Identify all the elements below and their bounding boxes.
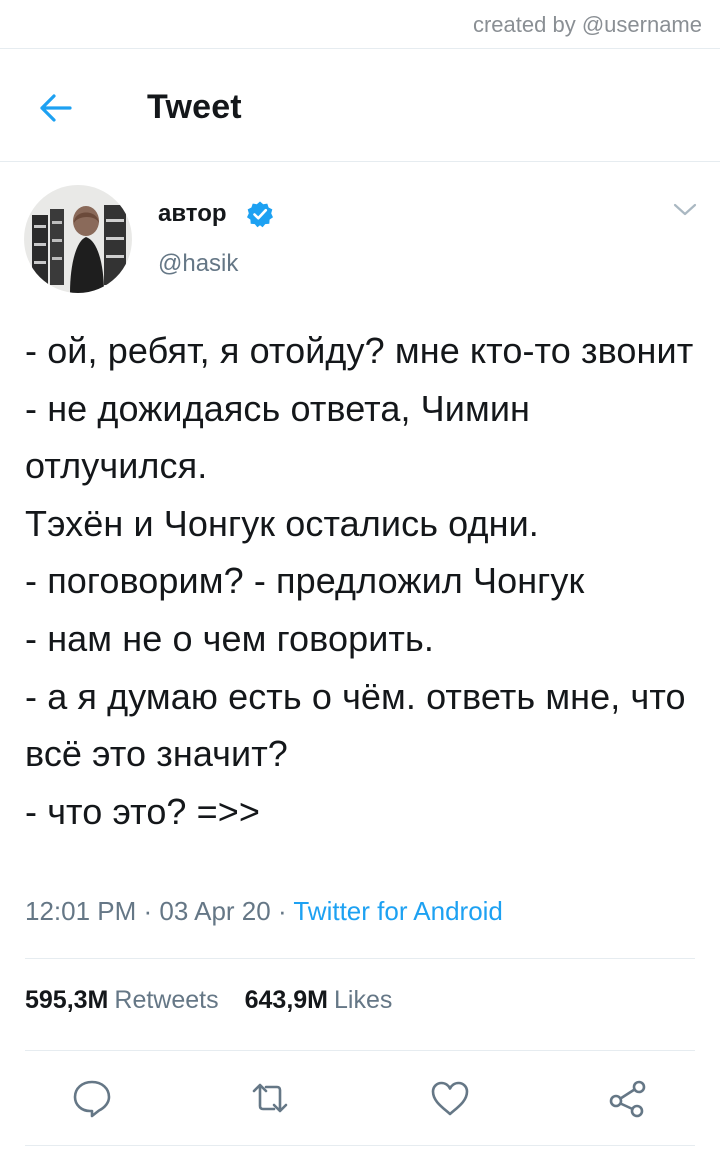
more-options-button[interactable]: [671, 200, 699, 220]
retweets-count: 595,3M: [25, 986, 109, 1014]
meta-separator: ·: [136, 896, 160, 926]
retweets-label: Retweets: [114, 986, 219, 1014]
retweets-stat[interactable]: 595,3M Retweets: [25, 986, 219, 1014]
tweet-source-link[interactable]: Twitter for Android: [293, 896, 503, 926]
retweet-icon: [252, 1083, 288, 1113]
share-button[interactable]: [606, 1076, 650, 1120]
share-icon: [609, 1080, 646, 1118]
page-title: Tweet: [147, 88, 242, 126]
reply-bubble-icon: [73, 1080, 111, 1118]
heart-icon: [431, 1081, 469, 1116]
likes-count: 643,9M: [244, 986, 328, 1014]
author-handle[interactable]: @hasik: [158, 250, 238, 278]
retweet-button[interactable]: [248, 1076, 292, 1120]
tweet-stats: 595,3M Retweets 643,9M Likes: [25, 986, 392, 1015]
top-divider: [0, 48, 720, 49]
back-button[interactable]: [36, 88, 76, 128]
tweet-meta: 12:01 PM · 03 Apr 20 · Twitter for Andro…: [25, 896, 503, 927]
bottom-divider: [25, 1145, 695, 1146]
author-name[interactable]: автор: [158, 200, 227, 228]
likes-label: Likes: [334, 986, 393, 1014]
chevron-down-icon: [673, 203, 697, 216]
stats-divider: [25, 1050, 695, 1051]
avatar[interactable]: [24, 185, 132, 293]
tweet-time: 12:01 PM: [25, 896, 137, 926]
arrow-left-icon: [40, 94, 72, 122]
tweet-date: 03 Apr 20: [159, 896, 271, 926]
watermark-credit: created by @username: [472, 12, 702, 37]
like-button[interactable]: [428, 1076, 472, 1120]
verified-badge-icon: [246, 200, 274, 228]
reply-button[interactable]: [70, 1076, 114, 1120]
avatar-image: [24, 185, 132, 293]
tweet-text: - ой, ребят, я отойду? мне кто-то звонит…: [25, 330, 694, 832]
app-header: Tweet: [0, 60, 720, 160]
likes-stat[interactable]: 643,9M Likes: [245, 986, 393, 1014]
meta-divider: [25, 958, 695, 959]
header-divider: [0, 161, 720, 162]
meta-separator: ·: [270, 896, 294, 926]
